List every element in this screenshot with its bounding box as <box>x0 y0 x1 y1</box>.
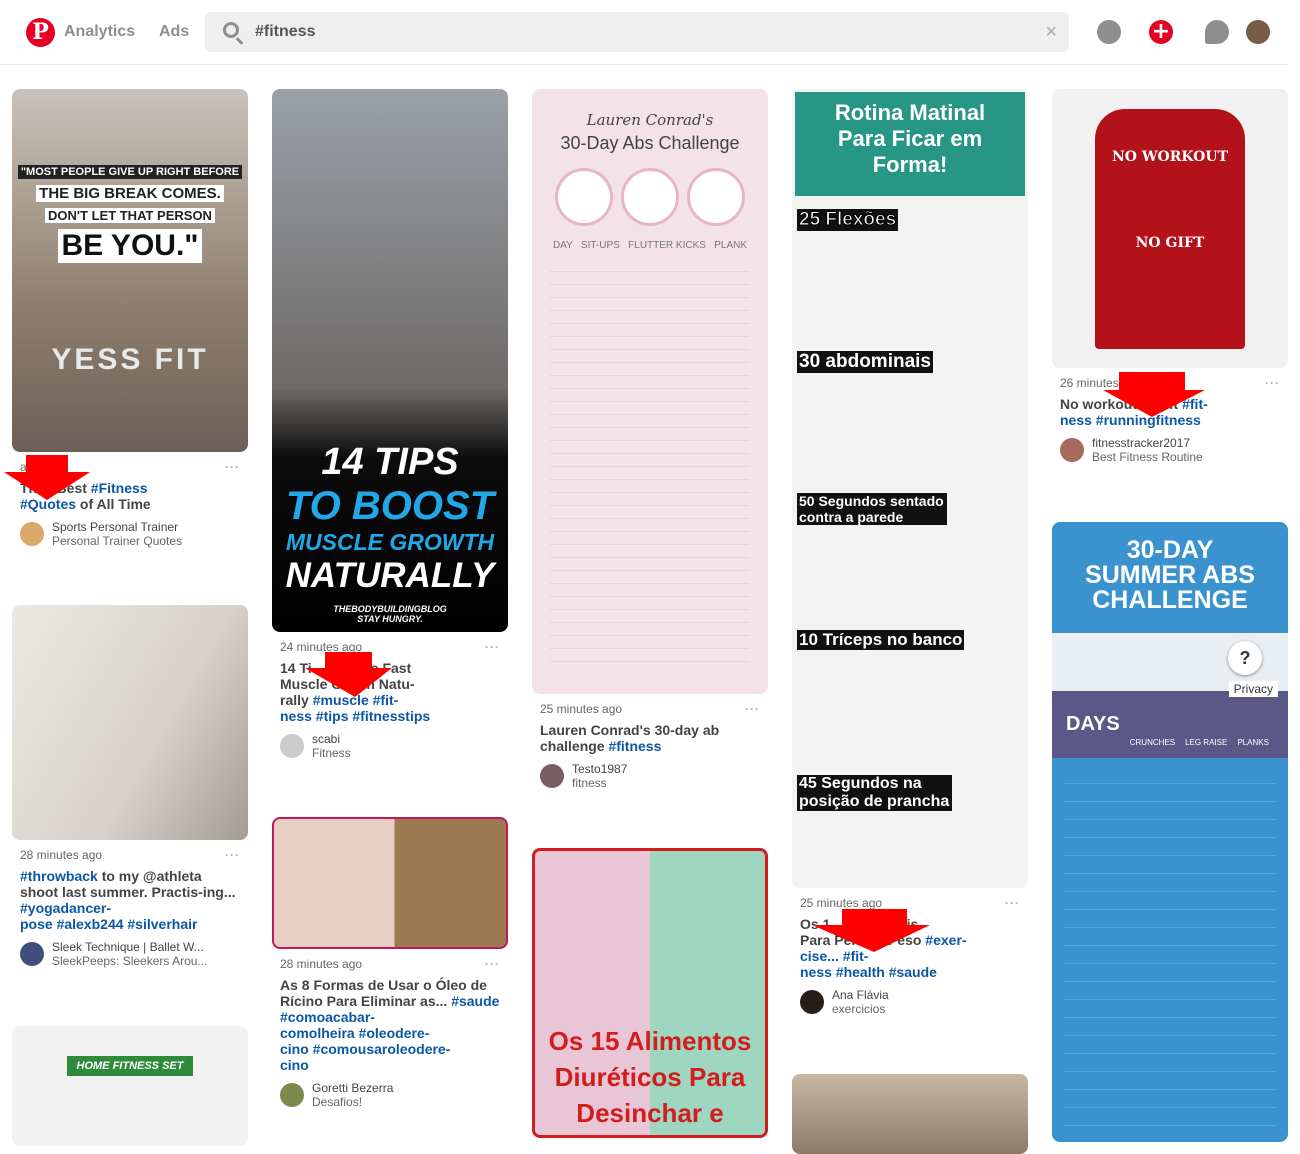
red-arrow-icon <box>1103 372 1205 417</box>
annotation-arrows <box>4 372 1205 952</box>
red-arrow-icon <box>4 455 90 500</box>
red-arrow-icon <box>305 652 392 697</box>
red-arrow-icon <box>812 909 930 952</box>
